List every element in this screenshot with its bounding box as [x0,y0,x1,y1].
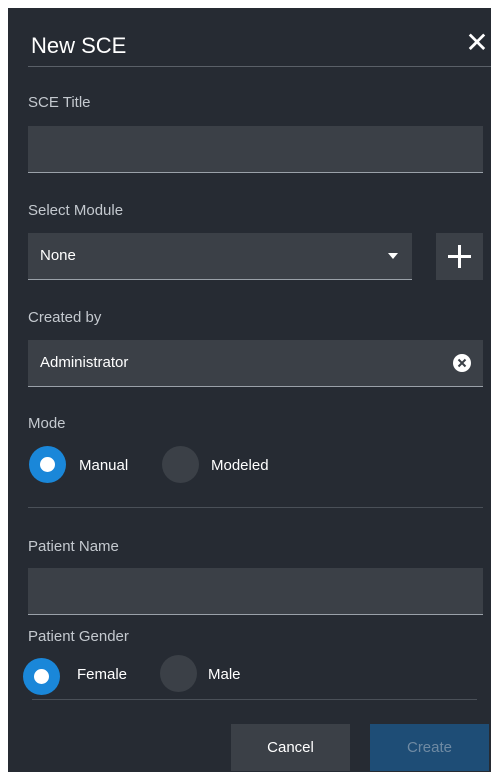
title-divider [28,66,491,67]
created-by-input[interactable]: Administrator [28,340,483,387]
module-select[interactable]: None [28,233,412,280]
section-divider [28,507,483,508]
gender-male-label[interactable]: Male [208,666,241,684]
mode-manual-label[interactable]: Manual [79,457,128,475]
add-module-button[interactable] [436,233,483,280]
plus-icon [448,245,471,268]
mode-manual-radio[interactable] [29,446,66,483]
created-by-value: Administrator [40,354,129,371]
sce-title-label: SCE Title [28,94,91,111]
patient-name-label: Patient Name [28,538,119,555]
create-button[interactable]: Create [370,724,489,771]
new-sce-dialog: New SCE ✕ SCE Title Select Module None C… [8,8,491,772]
gender-female-radio[interactable] [23,658,60,695]
dialog-title: New SCE [31,33,127,58]
cancel-button[interactable]: Cancel [231,724,350,771]
mode-modeled-radio[interactable] [162,446,199,483]
footer-divider [32,699,477,700]
close-icon[interactable]: ✕ [464,29,490,57]
sce-title-input[interactable] [28,126,483,173]
module-select-value: None [40,247,76,264]
clear-x-icon[interactable] [453,354,471,372]
patient-gender-label: Patient Gender [28,628,129,645]
gender-male-radio[interactable] [160,655,197,692]
chevron-down-icon [388,253,398,259]
mode-modeled-label[interactable]: Modeled [211,457,269,475]
select-module-label: Select Module [28,202,124,219]
gender-female-label[interactable]: Female [77,666,127,684]
created-by-label: Created by [28,309,102,326]
mode-label: Mode [28,415,66,432]
patient-name-input[interactable] [28,568,483,615]
